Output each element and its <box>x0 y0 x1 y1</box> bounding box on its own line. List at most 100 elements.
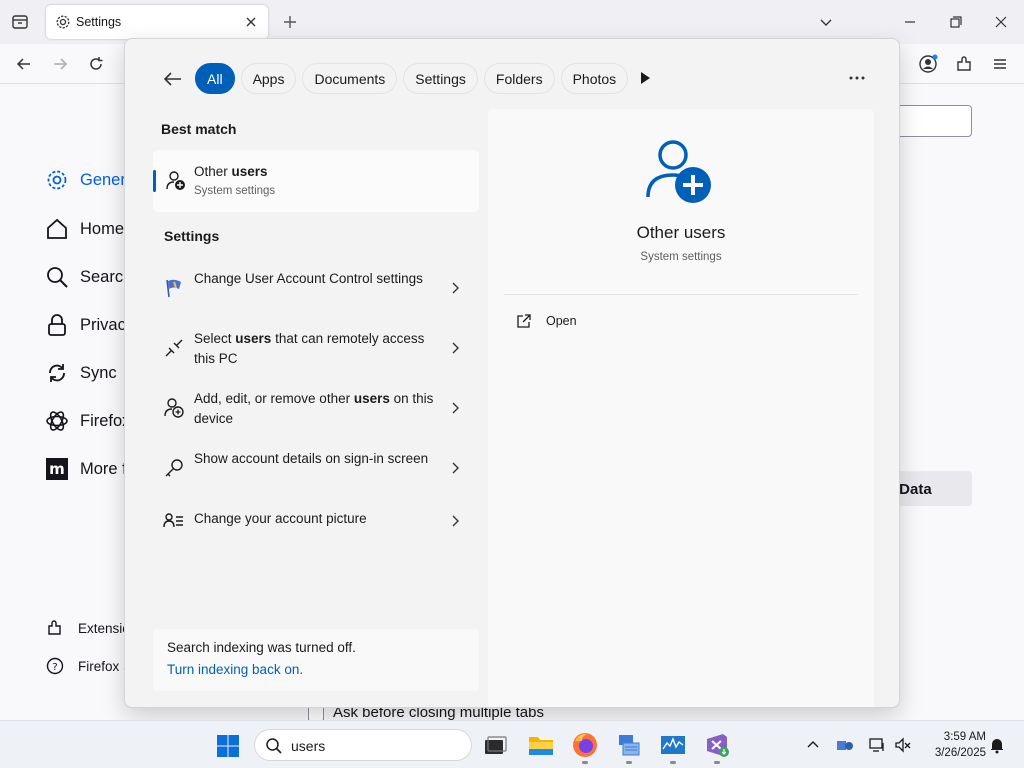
mozilla-icon: m <box>44 456 70 482</box>
close-tab-icon[interactable] <box>242 13 260 31</box>
selection-indicator <box>153 170 156 192</box>
clock-time: 3:59 AM <box>943 731 986 743</box>
indexing-notice: Search indexing was turned off. Turn ind… <box>153 629 479 691</box>
taskbar: users 3:59 AM 3/26/2025 <box>0 720 1024 768</box>
result-account-details[interactable]: Show account details on sign-in screen <box>153 443 469 495</box>
forward-icon[interactable] <box>50 54 70 74</box>
taskbar-search-text: users <box>291 738 326 754</box>
result-label: Change User Account Control settings <box>194 269 434 289</box>
key-icon <box>163 457 185 479</box>
sidebar-item-label: More f <box>80 459 127 478</box>
file-manager-icon[interactable] <box>615 731 643 764</box>
chevron-right-icon <box>447 460 463 476</box>
tab-list-icon[interactable] <box>10 12 30 32</box>
back-icon[interactable] <box>14 54 34 74</box>
visual-studio-installer-icon[interactable] <box>703 731 731 764</box>
search-flyout: All Apps Documents Settings Folders Phot… <box>124 38 900 708</box>
preview-subtitle: System settings <box>640 251 722 263</box>
sidebar-item-more-from-mozilla[interactable]: m More f <box>44 455 127 483</box>
result-add-edit-users[interactable]: Add, edit, or remove other users on this… <box>153 383 469 435</box>
filter-photos[interactable]: Photos <box>560 63 629 94</box>
uac-flag-icon <box>163 277 185 299</box>
more-filters-icon[interactable] <box>637 70 653 86</box>
account-icon[interactable] <box>918 54 938 74</box>
result-text: Add, edit, or remove other <box>194 391 354 406</box>
home-icon <box>44 216 70 242</box>
svg-text:m: m <box>49 460 65 478</box>
notifications-icon[interactable] <box>988 736 1006 754</box>
minimize-icon[interactable] <box>900 12 920 32</box>
turn-indexing-on-link[interactable]: Turn indexing back on. <box>167 662 303 677</box>
best-match-title: Other users <box>194 164 268 179</box>
result-highlight: users <box>353 391 390 406</box>
running-indicator <box>582 761 588 764</box>
chevron-right-icon <box>447 340 463 356</box>
other-users-icon <box>645 137 717 209</box>
result-text: Change User Account Control settings <box>194 271 423 286</box>
divider <box>504 294 858 295</box>
help-icon: ? <box>46 657 64 675</box>
result-label: Change your account picture <box>194 509 434 529</box>
sidebar-item-search[interactable]: Search <box>44 263 132 291</box>
best-match-subtitle: System settings <box>194 185 276 197</box>
remote-desktop-icon <box>163 337 185 359</box>
title-highlight: users <box>231 164 268 179</box>
result-remote-users[interactable]: Select users that can remotely access th… <box>153 323 469 375</box>
filter-apps[interactable]: Apps <box>240 63 297 94</box>
tab-settings[interactable]: Settings <box>46 5 268 39</box>
open-external-icon <box>517 314 531 328</box>
network-icon[interactable] <box>868 736 886 754</box>
open-action[interactable]: Open <box>516 313 577 329</box>
result-uac-settings[interactable]: Change User Account Control settings <box>153 263 469 315</box>
app-menu-icon[interactable] <box>990 54 1010 74</box>
search-icon <box>44 264 70 290</box>
show-hidden-icons-chevron-icon[interactable] <box>804 736 822 754</box>
taskbar-search-input[interactable]: users <box>254 729 472 761</box>
close-window-icon[interactable] <box>991 12 1011 32</box>
sidebar-item-sync[interactable]: Sync <box>44 359 117 387</box>
chevron-right-icon <box>447 400 463 416</box>
user-add-icon <box>165 170 187 192</box>
puzzle-icon <box>48 620 61 635</box>
result-highlight: users <box>235 331 272 346</box>
filter-all[interactable]: All <box>195 63 235 94</box>
chevron-right-icon <box>447 280 463 296</box>
find-in-settings-input[interactable] <box>890 105 972 137</box>
lock-icon <box>44 312 70 338</box>
filter-settings[interactable]: Settings <box>403 63 478 94</box>
new-tab-icon[interactable] <box>280 12 300 32</box>
task-manager-icon[interactable] <box>659 731 687 764</box>
best-match-heading: Best match <box>161 121 237 137</box>
open-label: Open <box>546 314 577 328</box>
reload-icon[interactable] <box>86 54 106 74</box>
indexing-message: Search indexing was turned off. <box>167 640 356 655</box>
sidebar-item-label: Sync <box>80 363 117 382</box>
result-account-picture[interactable]: Change your account picture <box>153 503 469 539</box>
chevron-right-icon <box>447 513 463 529</box>
result-label: Show account details on sign-in screen <box>194 449 434 469</box>
result-text: Change your account picture <box>194 511 367 526</box>
sidebar-item-privacy[interactable]: Privacy <box>44 311 134 339</box>
firefox-icon[interactable] <box>571 731 599 764</box>
sidebar-item-home[interactable]: Home <box>44 215 124 243</box>
filter-documents[interactable]: Documents <box>302 63 398 94</box>
file-explorer-icon[interactable] <box>527 731 555 759</box>
result-label: Select users that can remotely access th… <box>194 329 434 369</box>
firefox-labs-icon <box>44 408 70 434</box>
task-view-icon[interactable] <box>481 731 509 759</box>
best-match-result[interactable]: Other users System settings <box>153 150 479 212</box>
extensions-icon[interactable] <box>954 54 974 74</box>
sidebar-support-link[interactable]: ? Firefox S <box>46 657 132 675</box>
more-options-icon[interactable] <box>847 69 867 87</box>
windows-start-icon[interactable] <box>216 734 240 758</box>
tray-app-icon[interactable] <box>836 736 854 754</box>
result-label: Add, edit, or remove other users on this… <box>194 389 434 429</box>
maximize-icon[interactable] <box>946 12 966 32</box>
sidebar-item-firefox[interactable]: Firefox <box>44 407 130 435</box>
list-all-tabs-icon[interactable] <box>816 12 836 32</box>
back-arrow-icon[interactable] <box>161 67 185 91</box>
sidebar-extensions-link[interactable]: Extensio <box>46 619 130 637</box>
volume-muted-icon[interactable] <box>894 736 912 754</box>
filter-folders[interactable]: Folders <box>483 63 555 94</box>
system-clock[interactable]: 3:59 AM 3/26/2025 <box>920 729 986 761</box>
